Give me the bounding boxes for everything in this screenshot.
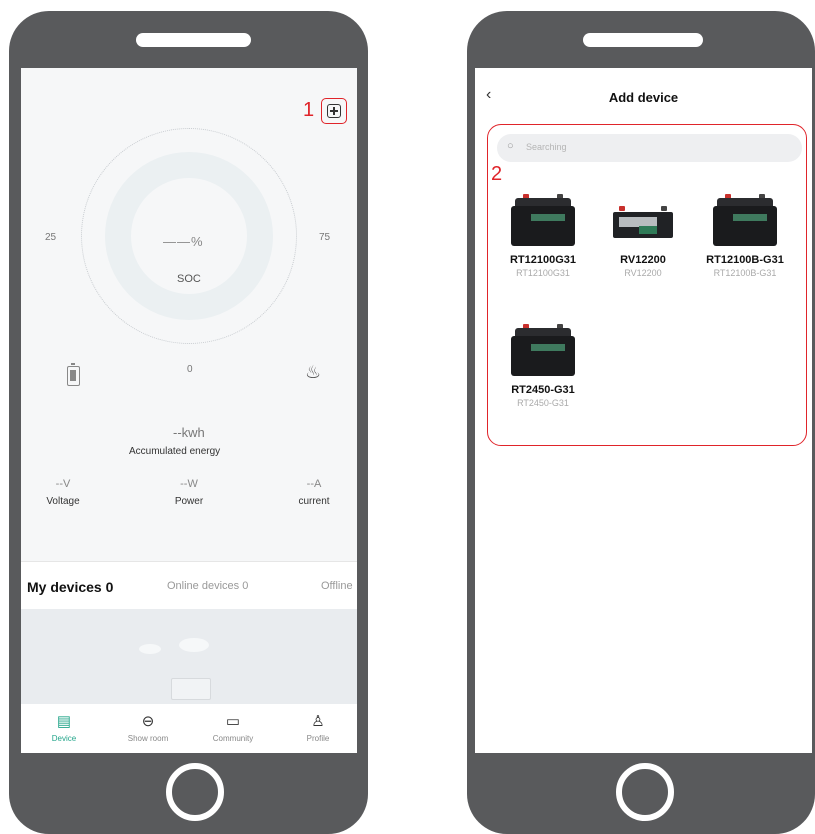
gauge-scale-right: 75 — [319, 232, 331, 243]
tab-offline-devices[interactable]: Offline — [321, 580, 353, 592]
speaker-slot — [136, 33, 251, 47]
product-card[interactable]: RT12100G31 RT12100G31 — [493, 192, 593, 278]
person-icon: ♙ — [311, 713, 325, 730]
voltage-label: Voltage — [46, 496, 80, 507]
home-button[interactable] — [166, 763, 224, 821]
search-placeholder: Searching — [526, 142, 567, 152]
product-name: RT12100G31 — [509, 254, 577, 266]
nav-show-room[interactable]: ⊖ Show room — [113, 712, 183, 743]
product-model: RT12100G31 — [516, 268, 570, 278]
search-input[interactable]: ○ Searching — [497, 134, 802, 162]
cloud-decoration — [179, 638, 209, 652]
current-value: --A — [306, 478, 322, 490]
battery-box-image — [511, 192, 575, 246]
device-list-icon: ▤ — [56, 713, 72, 730]
power-label: Power — [174, 496, 204, 507]
chat-bubble-icon: ▭ — [225, 713, 241, 730]
bottom-navigation: ▤ Device ⊖ Show room ▭ Community ♙ Profi… — [21, 704, 357, 753]
product-model: RV12200 — [624, 268, 662, 278]
battery-flat-image — [611, 192, 675, 246]
nav-device[interactable]: ▤ Device — [29, 712, 99, 743]
phone-frame-right: ‹ Add device ○ Searching 2 RT12100G31 RT… — [467, 11, 815, 834]
cloud-decoration — [139, 644, 161, 654]
device-home-screen: 1 25 75 0 ——% SOC ♨ --kwh Accumulated en… — [21, 68, 357, 753]
home-button[interactable] — [616, 763, 674, 821]
battery-icon — [67, 363, 80, 386]
product-model: RT12100B-G31 — [713, 268, 777, 278]
soc-value: ——% — [163, 234, 204, 249]
voltage-value: --V — [55, 478, 71, 490]
step-number-2: 2 — [491, 163, 503, 185]
product-card[interactable]: RT12100B-G31 RT12100B-G31 — [695, 192, 795, 278]
battery-box-image — [713, 192, 777, 246]
heating-icon: ♨ — [305, 362, 322, 382]
search-icon: ○ — [507, 140, 514, 152]
product-name: RV12200 — [620, 254, 666, 266]
tab-my-devices[interactable]: My devices 0 — [27, 579, 113, 595]
page-title: Add device — [608, 90, 679, 105]
product-model: RT2450-G31 — [517, 398, 569, 408]
nav-profile[interactable]: ♙ Profile — [283, 712, 353, 743]
speaker-slot — [583, 33, 703, 47]
step-number-1: 1 — [303, 99, 315, 121]
accumulated-energy-value: --kwh — [173, 425, 205, 440]
accumulated-energy-label: Accumulated energy — [129, 446, 221, 457]
empty-server-illustration — [171, 678, 211, 700]
nav-community[interactable]: ▭ Community — [198, 712, 268, 743]
plus-square-icon — [327, 104, 341, 118]
gauge-scale-bottom: 0 — [187, 364, 193, 375]
shopping-basket-icon: ⊖ — [141, 713, 155, 730]
product-name: RT12100B-G31 — [706, 254, 784, 266]
current-metric: --A current — [274, 478, 354, 507]
product-card[interactable]: RV12200 RV12200 — [593, 192, 693, 278]
power-value: --W — [180, 478, 198, 490]
add-device-screen: ‹ Add device ○ Searching 2 RT12100G31 RT… — [475, 68, 812, 753]
power-metric: --W Power — [149, 478, 229, 507]
current-label: current — [298, 496, 330, 507]
product-name: RT2450-G31 — [511, 384, 575, 396]
add-device-button[interactable] — [321, 98, 347, 124]
phone-frame-left: 1 25 75 0 ——% SOC ♨ --kwh Accumulated en… — [9, 11, 368, 834]
gauge-scale-left: 25 — [45, 232, 57, 243]
product-card[interactable]: RT2450-G31 RT2450-G31 — [493, 322, 593, 408]
battery-box-image — [511, 322, 575, 376]
voltage-metric: --V Voltage — [23, 478, 103, 507]
tab-online-devices[interactable]: Online devices 0 — [167, 580, 248, 592]
soc-label: SOC — [177, 273, 201, 285]
